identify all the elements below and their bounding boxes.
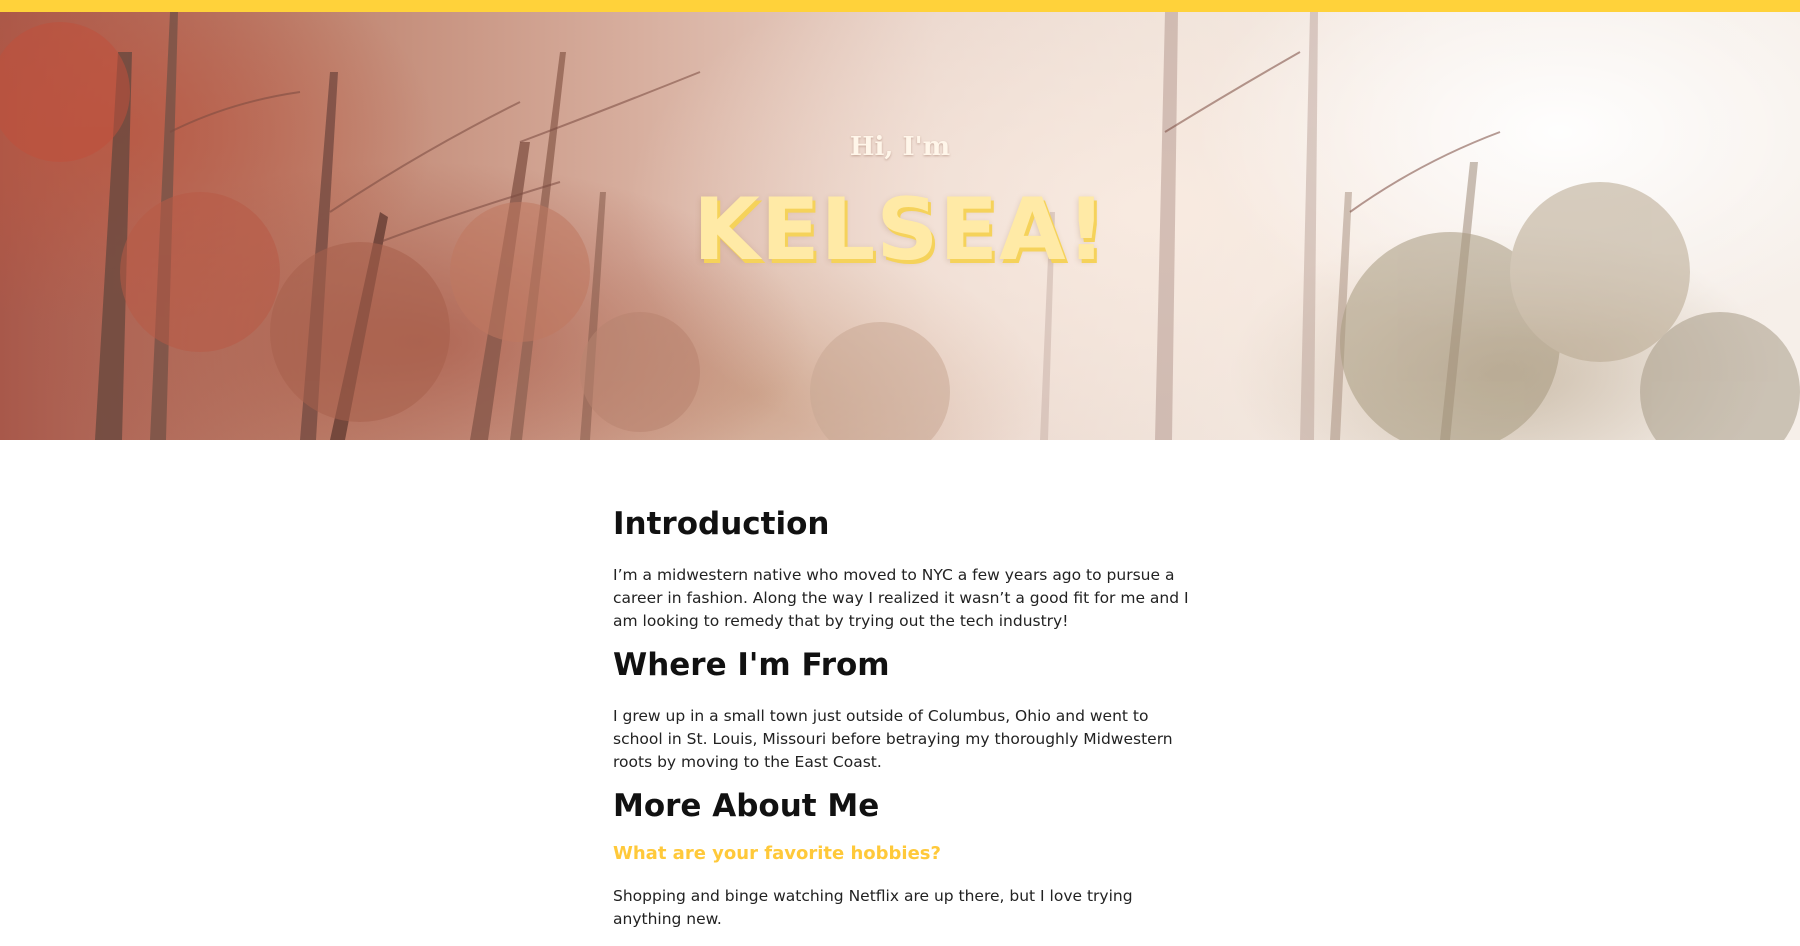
section-heading-more-about: More About Me [613,788,880,824]
section-body-introduction: I’m a midwestern native who moved to NYC… [613,566,1189,630]
hobbies-answer: Shopping and binge watching Netflix are … [613,887,1133,928]
page: Hi, I'm KELSEA! Introduction I’m a midwe… [0,0,1800,946]
hero-name: KELSEA! [693,180,1107,280]
section-body-where-from: I grew up in a small town just outside o… [613,707,1173,771]
hobbies-question: What are your favorite hobbies? [613,843,941,864]
section-heading-introduction: Introduction [613,506,830,542]
top-accent-bar [0,0,1800,12]
section-heading-where-from: Where I'm From [613,647,890,683]
hero-greeting: Hi, I'm [849,132,951,162]
hero-banner: Hi, I'm KELSEA! [0,12,1800,440]
